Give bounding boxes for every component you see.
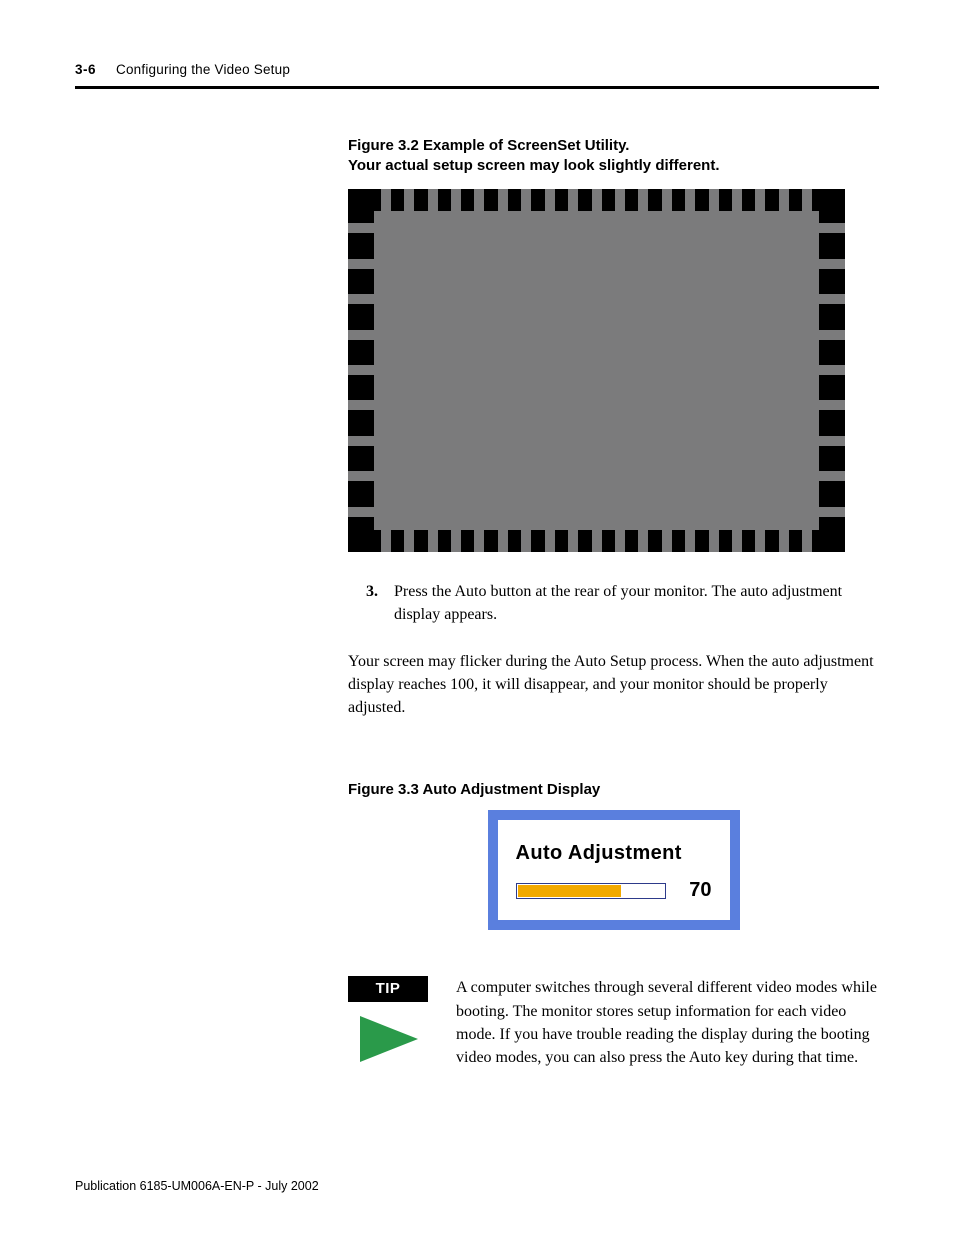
screenset-tick: [755, 189, 765, 211]
tip-block: TIP A computer switches through several …: [348, 976, 879, 1069]
step-3-number: 3.: [366, 580, 386, 626]
screenset-tick: [545, 530, 555, 552]
screenset-tick: [545, 189, 555, 211]
main-content: Figure 3.2 Example of ScreenSet Utility.…: [348, 136, 879, 1069]
screenset-tick: [348, 330, 374, 340]
screenset-tick: [638, 189, 648, 211]
screenset-tick: [348, 471, 374, 481]
screenset-tick: [348, 507, 374, 517]
publication-footer: Publication 6185-UM006A-EN-P - July 2002: [75, 1179, 319, 1193]
page-number: 3-6: [75, 62, 96, 77]
auto-adjustment-wrap: Auto Adjustment 70: [348, 810, 879, 930]
screenset-tick: [381, 530, 391, 552]
flicker-paragraph: Your screen may flicker during the Auto …: [348, 650, 879, 720]
screenset-tick: [451, 189, 461, 211]
screenset-tick: [498, 530, 508, 552]
step-3: 3. Press the Auto button at the rear of …: [348, 580, 879, 626]
screenset-tick: [819, 365, 845, 375]
screenset-tick: [348, 436, 374, 446]
screenset-tick: [755, 530, 765, 552]
screenset-tick: [451, 530, 461, 552]
screenset-tick: [732, 189, 742, 211]
screenset-tick: [819, 330, 845, 340]
screenset-tick: [779, 530, 789, 552]
document-page: 3-6 Configuring the Video Setup Figure 3…: [0, 0, 954, 1235]
screenset-tick: [638, 530, 648, 552]
screenset-tick: [348, 365, 374, 375]
screenset-tick: [568, 530, 578, 552]
screenset-tick: [381, 189, 391, 211]
auto-adjustment-row: 70: [516, 879, 712, 902]
screenset-tick: [819, 507, 845, 517]
screenset-tick: [819, 471, 845, 481]
screenset-tick: [404, 189, 414, 211]
screenset-tick: [615, 189, 625, 211]
screenset-tick: [568, 189, 578, 211]
progress-bar: [516, 883, 666, 899]
auto-adjustment-display: Auto Adjustment 70: [488, 810, 740, 930]
screenset-tick: [662, 189, 672, 211]
screenset-tick: [732, 530, 742, 552]
progress-value: 70: [689, 879, 711, 902]
screenset-tick: [474, 189, 484, 211]
screenset-tick: [802, 530, 812, 552]
screenset-tick: [348, 294, 374, 304]
screenset-tick: [474, 530, 484, 552]
screenset-tick: [404, 530, 414, 552]
screenset-tick: [819, 223, 845, 233]
screenset-tick: [615, 530, 625, 552]
progress-bar-fill: [518, 885, 622, 897]
play-arrow-icon: [360, 1016, 428, 1067]
screenset-tick: [685, 189, 695, 211]
tip-badge: TIP: [348, 976, 428, 1002]
screenset-tick: [819, 259, 845, 269]
screenset-tick: [521, 530, 531, 552]
screenset-tick: [428, 189, 438, 211]
figure-3-3-caption: Figure 3.3 Auto Adjustment Display: [348, 781, 879, 798]
screenset-tick: [428, 530, 438, 552]
screenset-tick: [709, 530, 719, 552]
running-header: 3-6 Configuring the Video Setup: [75, 62, 879, 77]
header-rule: [75, 86, 879, 89]
screenset-tick: [779, 189, 789, 211]
tip-text: A computer switches through several diff…: [456, 976, 879, 1069]
screenset-tick: [819, 436, 845, 446]
step-3-text: Press the Auto button at the rear of you…: [394, 580, 879, 626]
screenset-tick: [348, 223, 374, 233]
figure-3-2-caption-line1: Figure 3.2 Example of ScreenSet Utility.: [348, 136, 879, 156]
screenset-tick: [348, 259, 374, 269]
screenset-tick: [348, 400, 374, 410]
screenset-tick: [685, 530, 695, 552]
chapter-title: Configuring the Video Setup: [116, 62, 290, 77]
figure-3-2-caption-line2: Your actual setup screen may look slight…: [348, 156, 879, 176]
figure-3-3-block: Figure 3.3 Auto Adjustment Display Auto …: [348, 781, 879, 930]
screenset-illustration: [348, 189, 845, 552]
screenset-tick: [592, 530, 602, 552]
screenset-tick: [662, 530, 672, 552]
screenset-tick: [819, 400, 845, 410]
screenset-tick: [802, 189, 812, 211]
screenset-tick: [709, 189, 719, 211]
auto-adjustment-title: Auto Adjustment: [516, 842, 712, 865]
screenset-tick: [819, 294, 845, 304]
screenset-tick: [521, 189, 531, 211]
screenset-tick: [498, 189, 508, 211]
screenset-inner-area: [374, 211, 819, 530]
screenset-tick: [592, 189, 602, 211]
figure-3-2-caption: Figure 3.2 Example of ScreenSet Utility.…: [348, 136, 879, 177]
tip-left-column: TIP: [348, 976, 428, 1067]
